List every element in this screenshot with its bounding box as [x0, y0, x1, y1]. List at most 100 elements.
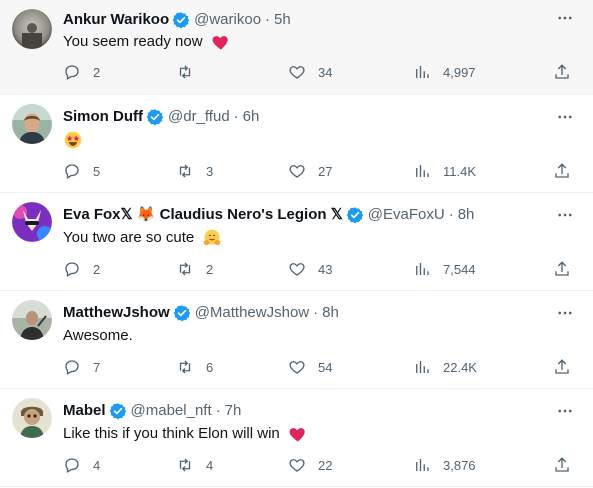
- share-icon: [555, 261, 569, 276]
- reply-icon: [65, 458, 79, 473]
- avatar[interactable]: [12, 300, 52, 340]
- like-count: 34: [318, 64, 333, 80]
- author-handle[interactable]: @dr_ffud: [168, 107, 230, 127]
- timestamp[interactable]: 7h: [225, 401, 242, 421]
- tweet[interactable]: Ankur Warikoo @warikoo · 5h You seem rea…: [0, 0, 593, 95]
- reply-button[interactable]: 2: [63, 259, 100, 279]
- reply-button[interactable]: 5: [63, 161, 100, 181]
- tweet[interactable]: Mabel @mabel_nft · 7h Like this if you t…: [0, 389, 593, 487]
- verified-badge-icon: [146, 108, 164, 126]
- like-button[interactable]: 27: [288, 161, 332, 181]
- like-button[interactable]: 34: [288, 62, 332, 82]
- author-name[interactable]: Ankur Warikoo: [63, 10, 169, 30]
- like-button[interactable]: 22: [288, 455, 332, 475]
- share-icon: [555, 163, 569, 178]
- share-button[interactable]: [553, 259, 571, 279]
- like-button[interactable]: 43: [288, 259, 332, 279]
- star-struck-face-icon: [64, 131, 82, 149]
- author-name[interactable]: Mabel: [63, 401, 106, 421]
- like-count: 27: [318, 163, 333, 179]
- view-count: 22.4K: [443, 359, 477, 375]
- reply-icon: [65, 262, 79, 277]
- timestamp[interactable]: 8h: [322, 303, 339, 323]
- views-button[interactable]: 11.4K: [413, 161, 476, 181]
- tweet[interactable]: Eva Fox𝕏 🦊 Claudius Nero's Legion 𝕏 @Eva…: [0, 193, 593, 291]
- analytics-icon: [416, 165, 429, 177]
- author-handle[interactable]: @EvaFoxU: [368, 205, 445, 225]
- retweet-icon: [179, 164, 191, 178]
- avatar[interactable]: [12, 202, 52, 242]
- avatar[interactable]: [12, 398, 52, 438]
- share-button[interactable]: [553, 62, 571, 82]
- separator-dot: ·: [448, 206, 454, 223]
- share-button[interactable]: [553, 357, 571, 377]
- heart-icon: [289, 263, 305, 276]
- author-name[interactable]: Simon Duff: [63, 107, 143, 127]
- reply-count: 2: [93, 64, 101, 80]
- reply-button[interactable]: 4: [63, 455, 100, 475]
- author-handle[interactable]: @mabel_nft: [131, 401, 212, 421]
- separator-dot: ·: [265, 11, 271, 28]
- reply-count: 5: [93, 163, 101, 179]
- verified-badge-icon: [346, 206, 364, 224]
- tweet-header: MatthewJshow @MatthewJshow · 8h: [63, 303, 533, 323]
- retweet-button[interactable]: 4: [176, 455, 213, 475]
- reply-count: 7: [93, 359, 101, 375]
- views-button[interactable]: 4,997: [413, 62, 476, 82]
- view-count: 4,997: [443, 64, 476, 80]
- analytics-icon: [416, 263, 429, 275]
- share-button[interactable]: [553, 455, 571, 475]
- heart-icon: [289, 361, 305, 374]
- avatar[interactable]: [12, 9, 52, 49]
- retweet-count: 3: [206, 163, 214, 179]
- more-options-icon[interactable]: [555, 107, 575, 127]
- retweet-icon: [179, 360, 191, 374]
- share-icon: [555, 457, 569, 472]
- hugging-face-icon: [204, 229, 221, 246]
- author-handle[interactable]: @warikoo: [194, 10, 261, 30]
- timestamp[interactable]: 6h: [243, 107, 260, 127]
- red-heart-icon: [288, 424, 308, 444]
- tweet-text-content: Like this if you think Elon will win: [63, 425, 280, 442]
- separator-dot: ·: [233, 108, 239, 125]
- share-button[interactable]: [553, 161, 571, 181]
- views-button[interactable]: 3,876: [413, 455, 476, 475]
- retweet-count: 2: [206, 261, 214, 277]
- tweet-text: [63, 130, 573, 150]
- tweet-text: Like this if you think Elon will win: [63, 424, 573, 444]
- analytics-icon: [416, 66, 429, 78]
- more-options-icon[interactable]: [555, 205, 575, 225]
- reply-button[interactable]: 7: [63, 357, 100, 377]
- like-button[interactable]: 54: [288, 357, 332, 377]
- action-bar: 5 3 27 11.4K: [63, 161, 583, 181]
- retweet-button[interactable]: [176, 62, 206, 82]
- retweet-button[interactable]: 6: [176, 357, 213, 377]
- author-name[interactable]: MatthewJshow: [63, 303, 170, 323]
- tweet[interactable]: Simon Duff @dr_ffud · 6h 5 3 27 11.4K: [0, 95, 593, 193]
- tweet-feed: Ankur Warikoo @warikoo · 5h You seem rea…: [0, 0, 593, 487]
- reply-button[interactable]: 2: [63, 62, 100, 82]
- tweet-header: Ankur Warikoo @warikoo · 5h: [63, 10, 533, 30]
- view-count: 7,544: [443, 261, 476, 277]
- tweet-text: You seem ready now: [63, 32, 573, 52]
- views-button[interactable]: 7,544: [413, 259, 476, 279]
- avatar[interactable]: [12, 104, 52, 144]
- timestamp[interactable]: 5h: [274, 10, 291, 30]
- tweet-header: Simon Duff @dr_ffud · 6h: [63, 107, 533, 127]
- separator-dot: ·: [313, 304, 319, 321]
- more-options-icon[interactable]: [555, 8, 575, 28]
- tweet[interactable]: MatthewJshow @MatthewJshow · 8h Awesome.…: [0, 291, 593, 389]
- verified-badge-icon: [172, 11, 190, 29]
- heart-icon: [289, 66, 305, 79]
- author-handle[interactable]: @MatthewJshow: [195, 303, 309, 323]
- retweet-button[interactable]: 3: [176, 161, 213, 181]
- timestamp[interactable]: 8h: [458, 205, 475, 225]
- action-bar: 4 4 22 3,876: [63, 455, 583, 475]
- views-button[interactable]: 22.4K: [413, 357, 477, 377]
- like-count: 54: [318, 359, 333, 375]
- more-options-icon[interactable]: [555, 401, 575, 421]
- retweet-button[interactable]: 2: [176, 259, 213, 279]
- tweet-text-content: You two are so cute: [63, 229, 195, 246]
- more-options-icon[interactable]: [555, 303, 575, 323]
- author-name[interactable]: Eva Fox𝕏 🦊 Claudius Nero's Legion 𝕏: [63, 205, 343, 225]
